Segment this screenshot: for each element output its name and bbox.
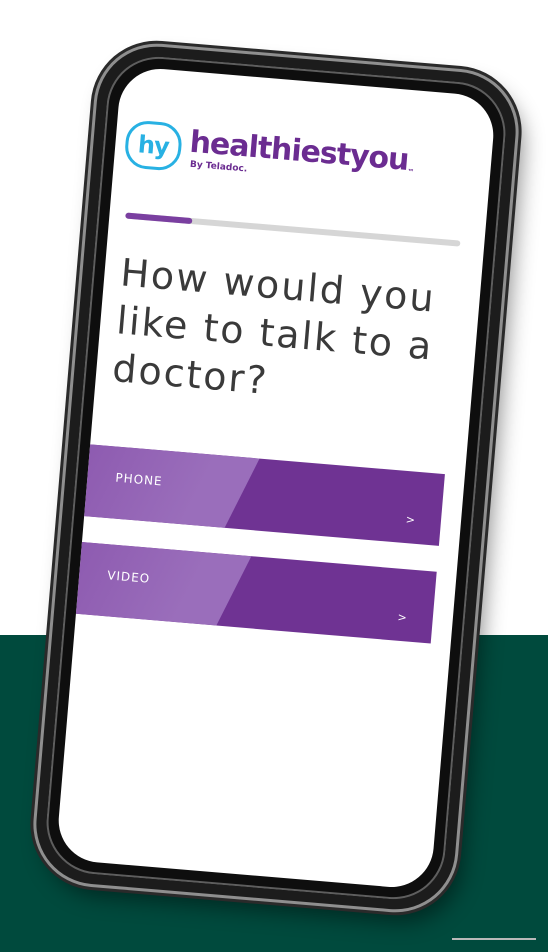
brand-logo: hy healthiestyou™ By Teladoc.: [122, 110, 428, 202]
chevron-right-icon: >: [397, 610, 408, 625]
video-option-button[interactable]: VIDEO >: [75, 541, 437, 644]
page: hy healthiestyou™ By Teladoc. How would …: [0, 0, 548, 952]
progress-bar: [125, 212, 461, 247]
edge-artifact: [452, 938, 536, 940]
brand-trademark: ™: [407, 167, 415, 177]
phone-screen: hy healthiestyou™ By Teladoc. How would …: [55, 65, 497, 891]
logo-mark: hy: [123, 119, 184, 172]
option-shine: [75, 541, 252, 626]
chevron-right-icon: >: [405, 513, 416, 527]
brand-text: healthiestyou™ By Teladoc.: [188, 125, 417, 189]
progress-fill: [125, 212, 193, 225]
phone-device: hy healthiestyou™ By Teladoc. How would …: [31, 41, 521, 915]
phone-option-button[interactable]: PHONE >: [84, 444, 445, 546]
option-shine: [84, 444, 260, 528]
question-title: How would you like to talk to a doctor?: [110, 250, 438, 403]
